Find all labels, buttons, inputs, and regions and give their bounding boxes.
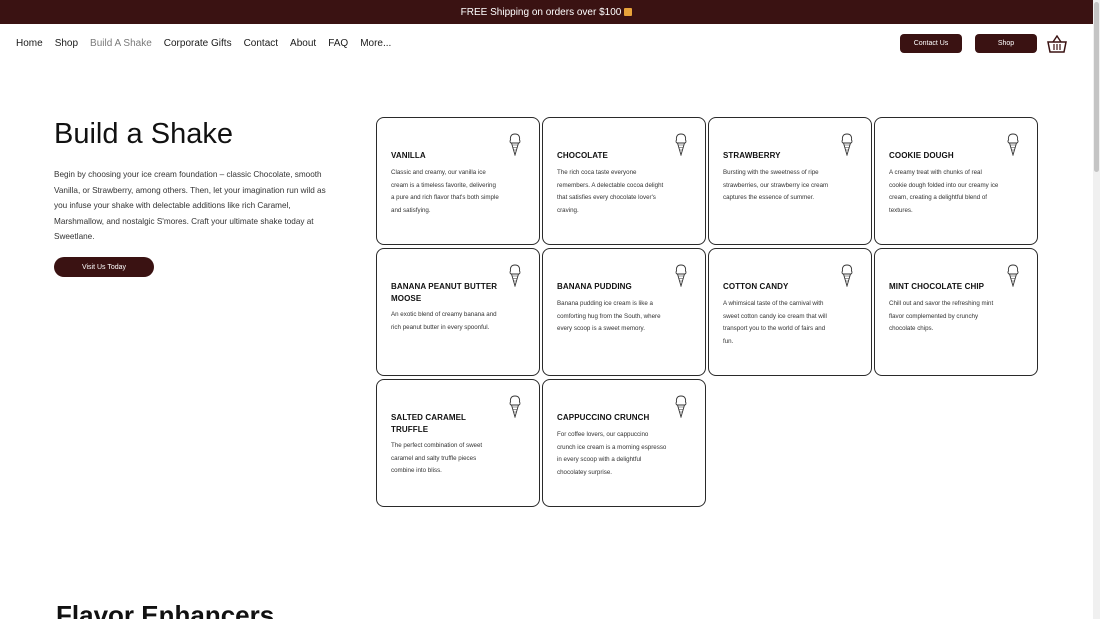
shop-button[interactable]: Shop <box>975 34 1037 53</box>
nav-shop[interactable]: Shop <box>55 38 78 49</box>
ice-cream-cone-icon <box>841 264 853 287</box>
nav-faq[interactable]: FAQ <box>328 38 348 49</box>
contact-us-button[interactable]: Contact Us <box>900 34 962 53</box>
flavor-card-salted-caramel-truffle[interactable]: SALTED CARAMEL TRUFFLE The perfect combi… <box>376 379 540 507</box>
flavor-card-banana-peanut-butter-moose[interactable]: BANANA PEANUT BUTTER MOOSE An exotic ble… <box>376 248 540 376</box>
flavor-description: A whimsical taste of the carnival with s… <box>723 300 827 345</box>
flavor-card-mint-chocolate-chip[interactable]: MINT CHOCOLATE CHIP Chill out and savor … <box>874 248 1038 376</box>
nav-corporate-gifts[interactable]: Corporate Gifts <box>164 38 232 49</box>
flavor-title: MINT CHOCOLATE CHIP <box>889 282 985 291</box>
announcement-text: FREE Shipping on orders over $100 <box>460 6 622 18</box>
flavor-card-banana-pudding[interactable]: BANANA PUDDING Banana pudding ice cream … <box>542 248 706 376</box>
nav-about[interactable]: About <box>290 38 316 49</box>
scrollbar-thumb[interactable] <box>1094 2 1099 172</box>
flavor-title: COTTON CANDY <box>723 282 789 291</box>
flavor-description: For coffee lovers, our cappuccino crunch… <box>557 431 667 476</box>
page-scrollbar[interactable] <box>1093 0 1100 619</box>
flavor-enhancers-title: Flavor Enhancers <box>56 600 275 619</box>
flavor-description: Classic and creamy, our vanilla ice crea… <box>391 169 499 214</box>
page-title: Build a Shake <box>54 118 233 150</box>
announcement-bar: FREE Shipping on orders over $100 <box>0 0 1093 24</box>
flavor-description: A creamy treat with chunks of real cooki… <box>889 169 999 214</box>
main-nav: Home Shop Build A Shake Corporate Gifts … <box>16 38 403 49</box>
flavor-card-cotton-candy[interactable]: COTTON CANDY A whimsical taste of the ca… <box>708 248 872 376</box>
flavor-card-vanilla[interactable]: VANILLA Classic and creamy, our vanilla … <box>376 117 540 245</box>
flavor-card-cappuccino-crunch[interactable]: CAPPUCCINO CRUNCH For coffee lovers, our… <box>542 379 706 507</box>
flavor-description: The rich coca taste everyone remembers. … <box>557 169 664 214</box>
ice-cream-cone-icon <box>509 264 521 287</box>
flavor-title: BANANA PEANUT BUTTER MOOSE <box>391 282 498 303</box>
shopping-basket-icon[interactable] <box>1047 35 1067 53</box>
flavor-description: Banana pudding ice cream is like a comfo… <box>557 300 661 332</box>
flavor-title: COOKIE DOUGH <box>889 151 954 160</box>
flavor-title: SALTED CARAMEL TRUFFLE <box>391 413 466 434</box>
flavor-title: CAPPUCCINO CRUNCH <box>557 413 650 422</box>
flavor-card-cookie-dough[interactable]: COOKIE DOUGH A creamy treat with chunks … <box>874 117 1038 245</box>
flavor-description: Chill out and savor the refreshing mint … <box>889 300 994 332</box>
hero-description: Begin by choosing your ice cream foundat… <box>54 170 326 241</box>
flavor-card-chocolate[interactable]: CHOCOLATE The rich coca taste everyone r… <box>542 117 706 245</box>
nav-more[interactable]: More... <box>360 38 391 49</box>
ice-cream-cone-icon <box>841 133 853 156</box>
ice-cream-cone-icon <box>509 395 521 418</box>
flavor-title: CHOCOLATE <box>557 151 608 160</box>
ice-cream-cone-icon <box>675 133 687 156</box>
visit-us-button[interactable]: Visit Us Today <box>54 257 154 277</box>
flavor-card-strawberry[interactable]: STRAWBERRY Bursting with the sweetness o… <box>708 117 872 245</box>
nav-build-a-shake[interactable]: Build A Shake <box>90 38 152 49</box>
flavor-title: STRAWBERRY <box>723 151 781 160</box>
flavor-description: Bursting with the sweetness of ripe stra… <box>723 169 829 201</box>
nav-home[interactable]: Home <box>16 38 43 49</box>
nav-contact[interactable]: Contact <box>244 38 278 49</box>
flavor-title: BANANA PUDDING <box>557 282 632 291</box>
ice-cream-cone-icon <box>509 133 521 156</box>
ice-cream-cone-icon <box>1007 133 1019 156</box>
ice-cream-cone-icon <box>675 264 687 287</box>
flavor-title: VANILLA <box>391 151 426 160</box>
flavor-description: An exotic blend of creamy banana and ric… <box>391 311 497 331</box>
gift-icon <box>624 8 633 16</box>
flavor-description: The perfect combination of sweet caramel… <box>391 442 483 474</box>
